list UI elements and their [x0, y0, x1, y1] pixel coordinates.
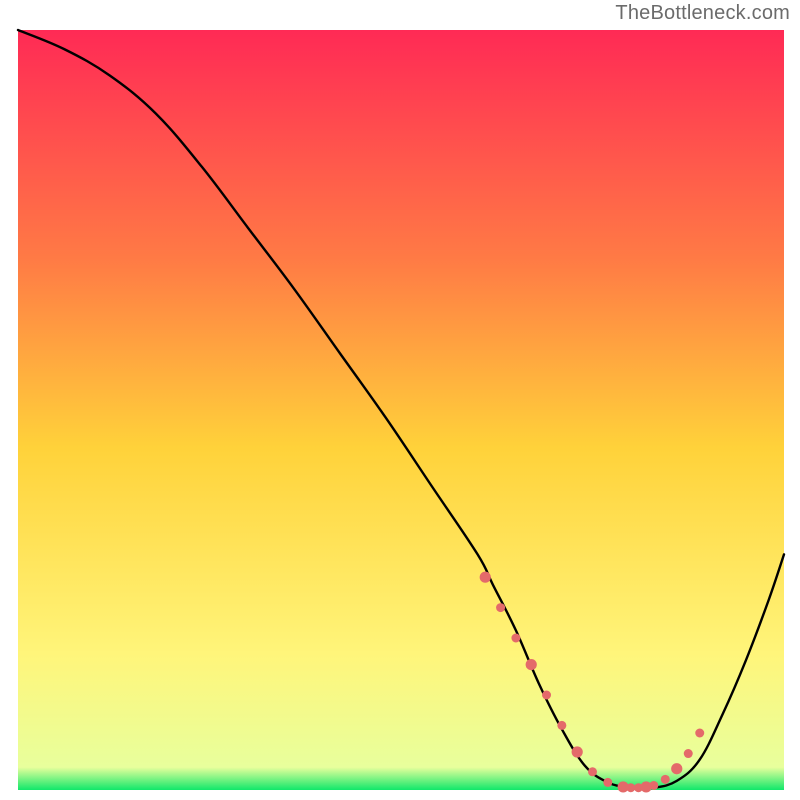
marker-dot	[511, 634, 520, 643]
marker-dot	[661, 775, 670, 784]
marker-dot	[496, 603, 505, 612]
marker-dot	[684, 749, 693, 758]
watermark-text: TheBottleneck.com	[615, 2, 790, 25]
marker-dot	[480, 572, 491, 583]
marker-dot	[588, 767, 597, 776]
marker-dot	[526, 659, 537, 670]
marker-dot	[557, 721, 566, 730]
marker-dot	[649, 781, 658, 790]
gradient-background	[18, 30, 784, 790]
marker-dot	[603, 778, 612, 787]
marker-dot	[695, 729, 704, 738]
marker-dot	[671, 763, 682, 774]
marker-dot	[542, 691, 551, 700]
marker-dot	[626, 783, 635, 792]
marker-dot	[572, 746, 583, 757]
chart-svg	[0, 0, 800, 800]
chart-container: TheBottleneck.com	[0, 0, 800, 800]
